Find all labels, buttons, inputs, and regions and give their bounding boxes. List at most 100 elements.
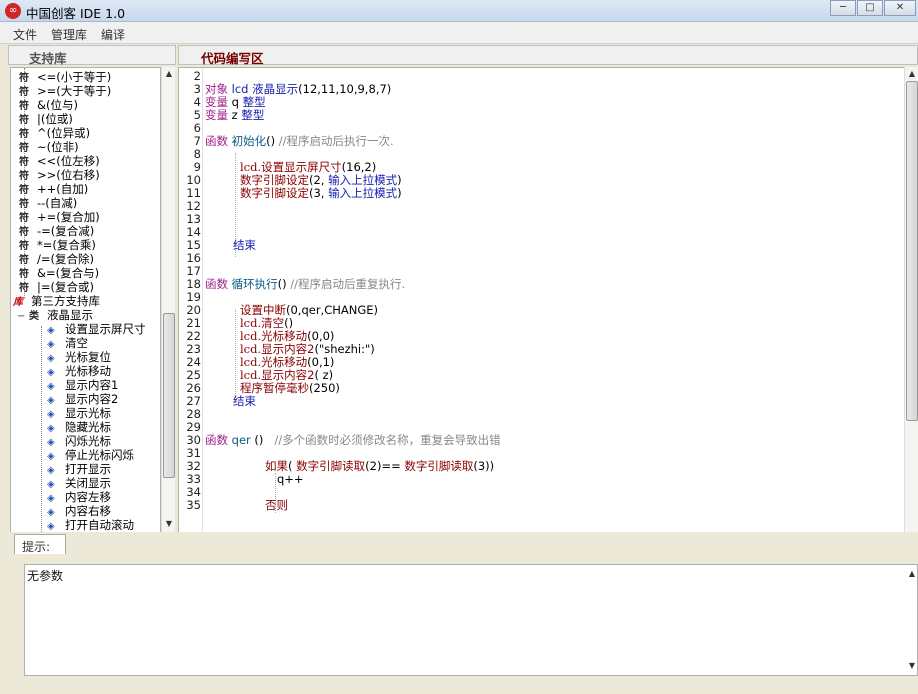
- tree-item[interactable]: 符 --(自减): [19, 196, 77, 210]
- code-token: (): [266, 134, 279, 148]
- library-tree-scrollbar[interactable]: ▲ ▼: [161, 67, 175, 575]
- menu-compile[interactable]: 编译: [101, 26, 125, 43]
- tree-item-label: ++(自加): [37, 182, 89, 196]
- scroll-up-arrow-icon[interactable]: ▲: [905, 69, 918, 78]
- code-token: 对象: [205, 82, 232, 96]
- tree-item[interactable]: 符 |=(复合或): [19, 280, 94, 294]
- code-token: ): [397, 186, 402, 200]
- tab-hint-label: 提示:: [22, 540, 51, 554]
- code-token: 如果: [265, 459, 288, 473]
- line-number-gutter: 2 3 4 5 6 7 8 9 10 11 12 13 14 15 16 17 18 19 20 21 22 23 24 25…: [179, 68, 203, 558]
- menu-manage-library[interactable]: 管理库: [51, 26, 87, 43]
- code-line: 否则: [265, 499, 288, 512]
- code-vertical-scrollbar[interactable]: ▲: [904, 67, 918, 559]
- tree-item[interactable]: ◈ 停止光标闪烁: [47, 448, 134, 462]
- tree-item[interactable]: ◈ 内容左移: [47, 490, 111, 504]
- hint-textarea[interactable]: 无参数 ▲ ▼: [24, 564, 918, 676]
- tree-item-label: 清空: [65, 336, 88, 350]
- tree-item-label: <=(小于等于): [37, 70, 112, 84]
- code-token: (): [284, 316, 294, 330]
- code-token: (16,2): [341, 160, 377, 174]
- tree-item[interactable]: 符 <=(小于等于): [19, 70, 111, 84]
- tree-item-label: 显示内容1: [65, 378, 119, 392]
- tree-item[interactable]: 符 *=(复合乘): [19, 238, 96, 252]
- code-token: 数字引脚设定: [240, 173, 309, 187]
- tree-item-label: 显示内容2: [65, 392, 119, 406]
- tree-item-label: |(位或): [37, 112, 73, 126]
- tree-item[interactable]: 符/=(复合除): [19, 252, 94, 266]
- tree-item[interactable]: 符 |(位或): [19, 112, 73, 126]
- tree-item[interactable]: − 类液晶显示: [17, 308, 93, 322]
- maximize-button[interactable]: □: [857, 0, 883, 16]
- code-token: lcd.: [240, 160, 262, 174]
- tree-item[interactable]: 符 -=(复合减): [19, 224, 94, 238]
- tree-item[interactable]: ◈ 显示内容2: [47, 392, 118, 406]
- scrollbar-thumb[interactable]: [163, 313, 175, 478]
- code-panel-header: 代码编写区: [178, 45, 918, 66]
- tree-item[interactable]: ◈ 光标复位: [47, 350, 111, 364]
- collapse-icon[interactable]: −: [17, 310, 29, 324]
- tree-item[interactable]: ◈ 打开自动滚动: [47, 518, 134, 532]
- code-token: ("shezhi:"): [314, 342, 375, 356]
- code-line: 数字引脚设定(3, 输入上拉模式): [240, 187, 402, 200]
- code-token: qer: [231, 433, 255, 447]
- tree-item[interactable]: ◈ 关闭显示: [47, 476, 111, 490]
- tree-item[interactable]: 符 &(位与): [19, 98, 78, 112]
- code-token: (): [277, 277, 291, 291]
- code-token: 函数: [205, 277, 232, 291]
- menu-bar: 文件 管理库 编译: [0, 22, 918, 44]
- tree-item-label: 光标移动: [65, 364, 111, 378]
- code-token: 输入上拉模式: [328, 173, 398, 187]
- tab-hint[interactable]: 提示:: [14, 534, 66, 554]
- tree-item[interactable]: ◈ 隐藏光标: [47, 420, 111, 434]
- code-token: 光标移动: [261, 355, 308, 369]
- tree-item-label: >>(位右移): [37, 168, 100, 182]
- close-button[interactable]: ✕: [884, 0, 916, 16]
- minimize-button[interactable]: ─: [830, 0, 856, 16]
- tree-item-label: 隐藏光标: [65, 420, 111, 434]
- tree-item-label: --(自减): [37, 196, 78, 210]
- tree-item[interactable]: ◈ 内容右移: [47, 504, 111, 518]
- code-token: //程序启动后重复执行.: [290, 277, 406, 291]
- tree-item[interactable]: ◈ 闪烁光标: [47, 434, 111, 448]
- tree-item[interactable]: 符 <<(位左移): [19, 154, 100, 168]
- tree-item-label: 打开自动滚动: [65, 518, 134, 532]
- tree-item-label: 关闭显示: [65, 476, 111, 490]
- app-logo-icon: ∞: [5, 3, 21, 19]
- tree-item[interactable]: 符 >=(大于等于): [19, 84, 111, 98]
- tree-item[interactable]: 符 ~(位非): [19, 140, 79, 154]
- code-token: (0,qer,CHANGE): [286, 303, 379, 317]
- library-tree[interactable]: 符 <=(小于等于) 符 >=(大于等于) 符 &(位与) 符 |(位或) 符 ^(位异或) 符 ~(…: [10, 67, 161, 575]
- scroll-up-arrow-icon[interactable]: ▲: [905, 569, 918, 578]
- tree-item-label: 第三方支持库: [31, 294, 100, 308]
- code-token: 液晶显示: [252, 82, 299, 96]
- code-token: 初始化: [231, 134, 267, 148]
- tree-item[interactable]: ◈ 设置显示屏尺寸: [47, 322, 146, 336]
- code-token: (0,1): [307, 355, 335, 369]
- tree-item[interactable]: 符 ++(自加): [19, 182, 88, 196]
- tree-item[interactable]: ◈ 显示光标: [47, 406, 111, 420]
- tree-item[interactable]: ◈ 显示内容1: [47, 378, 118, 392]
- class-icon: 类: [29, 311, 39, 322]
- scroll-down-arrow-icon[interactable]: ▼: [162, 519, 176, 528]
- tree-item-label: 显示光标: [65, 406, 111, 420]
- tree-item[interactable]: ◈ 打开显示: [47, 462, 111, 476]
- tree-item[interactable]: 符 +=(复合加): [19, 210, 100, 224]
- scroll-up-arrow-icon[interactable]: ▲: [162, 69, 176, 78]
- tree-item[interactable]: ◈ 光标移动: [47, 364, 111, 378]
- tree-item[interactable]: 符 >>(位右移): [19, 168, 100, 182]
- menu-file[interactable]: 文件: [13, 26, 37, 43]
- code-token: 数字引脚设定: [240, 186, 309, 200]
- code-token: (2)==: [365, 459, 405, 473]
- tree-item[interactable]: ◈ 清空: [47, 336, 88, 350]
- code-token: 清空: [261, 316, 285, 330]
- code-editor[interactable]: 2 3 4 5 6 7 8 9 10 11 12 13 14 15 16 17 18 19 20 21 22 23 24 25…: [178, 67, 918, 559]
- scroll-down-arrow-icon[interactable]: ▼: [905, 661, 918, 670]
- code-token: 光标移动: [261, 329, 308, 343]
- code-token: 否则: [265, 498, 288, 512]
- code-token: 变量: [205, 108, 232, 122]
- tree-item[interactable]: 符 &=(复合与): [19, 266, 99, 280]
- tree-item[interactable]: 符 ^(位异或): [19, 126, 90, 140]
- scrollbar-thumb[interactable]: [906, 81, 918, 421]
- tree-item[interactable]: 库第三方支持库: [13, 294, 100, 308]
